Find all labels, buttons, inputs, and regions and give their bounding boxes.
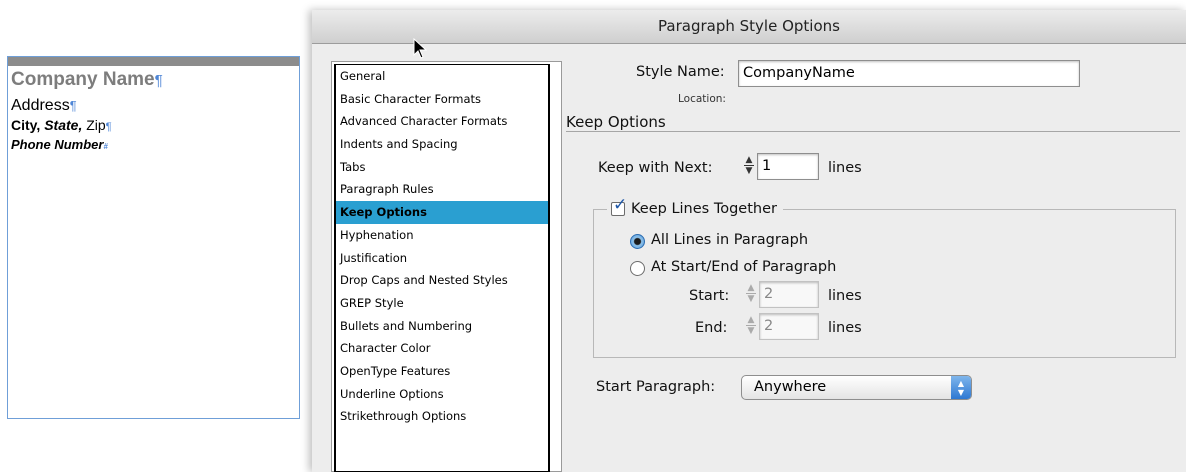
category-item[interactable]: Drop Caps and Nested Styles xyxy=(336,269,548,292)
start-field[interactable]: 2 xyxy=(759,281,819,308)
category-item[interactable]: Basic Character Formats xyxy=(336,88,548,111)
keep-with-next-field[interactable]: 1 xyxy=(757,153,819,180)
category-item[interactable]: Advanced Character Formats xyxy=(336,110,548,133)
category-item[interactable]: Keep Options xyxy=(336,201,548,224)
category-item[interactable]: Hyphenation xyxy=(336,224,548,247)
start-label: Start: xyxy=(689,288,730,304)
keep-with-next-stepper[interactable]: ▲ ▼ xyxy=(742,155,756,179)
popup-arrows-icon: ▲ ▼ xyxy=(951,376,971,399)
city-state-zip-text: City, State, Zip¶ xyxy=(11,117,112,133)
end-label: End: xyxy=(695,320,728,336)
style-name-label: Style Name: xyxy=(636,64,725,80)
mouse-pointer-icon xyxy=(413,38,428,59)
address-text: Address¶ xyxy=(11,97,77,114)
category-item[interactable]: Justification xyxy=(336,247,548,270)
checkmark-icon: ✓ xyxy=(613,195,628,215)
category-item[interactable]: General xyxy=(336,65,548,88)
category-item[interactable]: Tabs xyxy=(336,156,548,179)
category-item[interactable]: Paragraph Rules xyxy=(336,178,548,201)
keep-lines-together-checkbox-row[interactable]: ✓ Keep Lines Together xyxy=(607,197,783,221)
keep-with-next-label: Keep with Next: xyxy=(598,160,713,176)
keep-with-next-unit: lines xyxy=(828,160,862,176)
category-item[interactable]: Character Color xyxy=(336,337,548,360)
section-divider xyxy=(566,131,1180,132)
start-stepper[interactable]: ▲ ▼ xyxy=(744,283,758,307)
location-label: Location: xyxy=(678,93,726,105)
category-item[interactable]: Strikethrough Options xyxy=(336,405,548,428)
keep-lines-together-checkbox[interactable]: ✓ xyxy=(611,197,627,216)
phone-number-text: Phone Number# xyxy=(11,137,108,152)
radio-start-end-label: At Start/End of Paragraph xyxy=(651,259,837,275)
document-text-frame[interactable]: Company Name¶ Address¶ City, State, Zip¶… xyxy=(7,56,300,419)
company-name-text: Company Name¶ xyxy=(11,69,163,90)
end-stepper[interactable]: ▲ ▼ xyxy=(744,315,758,339)
start-unit: lines xyxy=(828,288,862,304)
keep-lines-together-label: Keep Lines Together xyxy=(631,201,777,217)
end-field[interactable]: 2 xyxy=(759,313,819,340)
category-item[interactable]: Underline Options xyxy=(336,383,548,406)
style-name-field[interactable]: CompanyName xyxy=(738,60,1080,87)
start-paragraph-value: Anywhere xyxy=(754,379,827,395)
category-item[interactable]: OpenType Features xyxy=(336,360,548,383)
section-title: Keep Options xyxy=(566,113,666,131)
dialog-titlebar[interactable]: Paragraph Style Options xyxy=(312,10,1186,44)
category-item[interactable]: GREP Style xyxy=(336,292,548,315)
category-item[interactable]: Bullets and Numbering xyxy=(336,315,548,338)
category-item[interactable]: Indents and Spacing xyxy=(336,133,548,156)
frame-top-bar xyxy=(8,57,299,66)
category-list[interactable]: General Basic Character Formats Advanced C… xyxy=(334,64,550,472)
paragraph-style-options-dialog: Paragraph Style Options General Basic Cha… xyxy=(312,10,1186,472)
end-unit: lines xyxy=(828,320,862,336)
radio-start-end[interactable] xyxy=(630,261,645,276)
start-paragraph-label: Start Paragraph: xyxy=(596,379,716,395)
radio-all-lines-label: All Lines in Paragraph xyxy=(651,232,809,248)
start-paragraph-popup[interactable]: Anywhere ▲ ▼ xyxy=(741,375,972,400)
dialog-title: Paragraph Style Options xyxy=(658,17,840,35)
radio-all-lines[interactable] xyxy=(630,234,645,249)
